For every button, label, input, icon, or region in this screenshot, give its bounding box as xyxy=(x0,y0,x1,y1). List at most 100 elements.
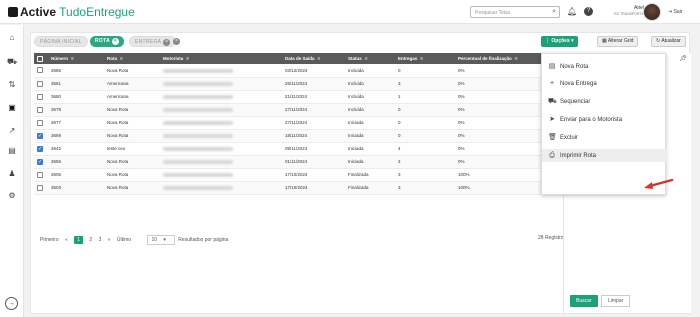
row-select-cell[interactable] xyxy=(34,116,48,130)
options-button[interactable]: ⋮ Opções ▾ xyxy=(541,36,578,47)
table-row[interactable]: ✓ 3669 Nova Rota 18/11/2024 Iniciada 0 0% xyxy=(34,129,564,143)
help-icon[interactable]: ? xyxy=(584,7,593,16)
document-icon[interactable]: ▤ xyxy=(7,146,17,155)
table-row[interactable]: 3603 Nova Rota 17/10/2024 Finalizada 3 100% xyxy=(34,181,564,195)
breadcrumb-home[interactable]: PÁGINA INICIAL xyxy=(34,36,88,47)
menu-item-nova-rota[interactable]: ▤ Nova Rota xyxy=(542,60,667,73)
menu-item-enviar-motorista[interactable]: ➤ Enviar para o Motorista xyxy=(542,113,667,126)
table-row[interactable]: 3680 Americana 21/11/2024 Incluída 1 0% xyxy=(34,90,564,104)
menu-item-sequenciar[interactable]: ⛟ Sequenciar xyxy=(542,95,667,108)
breadcrumb-entrega[interactable]: ENTREGA × xyxy=(129,36,177,47)
row-checkbox[interactable] xyxy=(37,171,43,178)
table-row[interactable]: 3678 Nova Rota 27/11/2024 Incluída 0 0% xyxy=(34,103,564,117)
filter-icon[interactable]: ≡ xyxy=(71,56,74,62)
row-checkbox[interactable]: ✓ xyxy=(37,145,43,152)
cell-status: Finalizada xyxy=(345,181,395,195)
table-row[interactable]: ✓ 3642 teste ceo 09/11/2024 Iniciada 4 0% xyxy=(34,142,564,156)
row-select-cell[interactable]: ✓ xyxy=(34,155,48,169)
column-header-status[interactable]: Status ≡ xyxy=(345,53,395,64)
close-icon[interactable]: × xyxy=(112,38,119,45)
table-row[interactable]: 3677 Nova Rota 27/11/2024 Iniciada 0 0% xyxy=(34,116,564,130)
clear-button-label: Limpar xyxy=(608,298,624,304)
users-icon[interactable]: ♟ xyxy=(7,169,17,178)
row-checkbox[interactable] xyxy=(37,93,43,100)
row-select-cell[interactable] xyxy=(34,64,48,78)
next-page-link[interactable]: » xyxy=(108,237,111,243)
last-page-link[interactable]: Último xyxy=(117,237,131,243)
cell-rota: Nova Rota xyxy=(104,64,160,78)
table-row[interactable]: 3606 Nova Rota 17/10/2024 Finalizada 3 100% xyxy=(34,168,564,182)
column-header-entregas[interactable]: Entregas ≡ xyxy=(395,53,455,64)
row-checkbox[interactable] xyxy=(37,106,43,113)
alter-grid-button[interactable]: ▦ Alterar Grid xyxy=(597,36,639,47)
select-all-checkbox[interactable] xyxy=(37,55,43,62)
table-row[interactable]: 3681 Americana 26/11/2024 Incluída 3 0% xyxy=(34,77,564,91)
prev-page-link[interactable]: « xyxy=(65,237,68,243)
select-all-header[interactable] xyxy=(34,53,48,64)
document-icon: ▤ xyxy=(548,63,556,70)
logout-button[interactable]: ⇥ Sair xyxy=(668,9,683,15)
cell-rota: Americana xyxy=(104,90,160,104)
filter-icon[interactable]: ≡ xyxy=(186,56,189,62)
row-select-cell[interactable]: ✓ xyxy=(34,129,48,143)
gear-icon[interactable]: ⚙ xyxy=(7,191,17,200)
filter-icon[interactable]: ≡ xyxy=(420,56,423,62)
row-checkbox[interactable] xyxy=(37,184,43,191)
page-link-1[interactable]: 1 xyxy=(74,236,83,244)
page-link-3[interactable]: 3 xyxy=(99,237,102,243)
chart-icon[interactable]: ↗ xyxy=(7,126,17,135)
row-select-cell[interactable] xyxy=(34,77,48,91)
search-icon[interactable]: ⌕ xyxy=(552,8,556,16)
cell-entregas: 2 xyxy=(395,155,455,169)
menu-item-excluir[interactable]: 🗑︎ Excluir xyxy=(542,131,667,144)
clear-button[interactable]: Limpar xyxy=(601,295,631,307)
filter-icon[interactable]: ≡ xyxy=(365,56,368,62)
filter-icon[interactable]: ≡ xyxy=(515,56,518,62)
pin-icon[interactable]: 📌︎ xyxy=(679,55,687,62)
cell-rota: Nova Rota xyxy=(104,155,160,169)
cell-data-saida: 01/11/2024 xyxy=(282,155,345,169)
row-select-cell[interactable]: ✓ xyxy=(34,142,48,156)
refresh-button[interactable]: ↻ Atualizar xyxy=(651,36,686,47)
menu-item-imprimir-rota[interactable]: ⎙ Imprimir Rota xyxy=(542,149,667,162)
truck-icon[interactable]: ⛟ xyxy=(7,57,17,66)
cell-entregas: 3 xyxy=(395,181,455,195)
filter-icon[interactable]: ≡ xyxy=(318,56,321,62)
column-header-data-saida[interactable]: Data de Saída ≡ xyxy=(282,53,345,64)
search-button[interactable]: Buscar xyxy=(570,295,598,307)
row-checkbox[interactable] xyxy=(37,80,43,87)
column-header-numero[interactable]: Número ≡ xyxy=(48,53,104,64)
breadcrumb-rota[interactable]: ROTA × xyxy=(90,36,124,47)
table-row[interactable]: 3686 Nova Rota 03/12/2024 Incluída 0 0% xyxy=(34,64,564,78)
map-icon[interactable]: ▣ xyxy=(7,103,17,112)
cell-data-saida: 21/11/2024 xyxy=(282,90,345,104)
row-select-cell[interactable] xyxy=(34,181,48,195)
row-select-cell[interactable] xyxy=(34,90,48,104)
app-logo[interactable]: Active TudoEntregue xyxy=(8,5,135,19)
column-header-rota[interactable]: Rota ≡ xyxy=(104,53,160,64)
filter-icon[interactable]: ≡ xyxy=(120,56,123,62)
row-select-cell[interactable] xyxy=(34,103,48,117)
row-checkbox[interactable]: ✓ xyxy=(37,132,43,139)
screen-search-input[interactable]: Pesquisar Telas ⌕ xyxy=(470,6,560,18)
home-icon[interactable]: ⌂ xyxy=(7,33,17,42)
bell-icon[interactable]: 🔔︎ xyxy=(567,7,577,16)
menu-item-nova-entrega[interactable]: + Nova Entrega xyxy=(542,77,667,90)
page-link-2[interactable]: 2 xyxy=(89,237,92,243)
row-select-cell[interactable] xyxy=(34,168,48,182)
close-all-tabs-icon[interactable]: × xyxy=(173,38,180,45)
cell-entregas: 3 xyxy=(395,77,455,91)
table-row[interactable]: ✓ 3655 Nova Rota 01/11/2024 Iniciada 2 0% xyxy=(34,155,564,169)
avatar[interactable] xyxy=(643,3,661,21)
sidebar-collapse-button[interactable]: → xyxy=(5,297,18,310)
first-page-link[interactable]: Primeiro xyxy=(40,237,59,243)
top-bar: Active TudoEntregue Pesquisar Telas ⌕ 🔔︎… xyxy=(0,0,700,24)
row-checkbox[interactable]: ✓ xyxy=(37,158,43,165)
column-header-motorista[interactable]: Motorista ≡ xyxy=(160,53,282,64)
route-icon[interactable]: ⇅ xyxy=(7,80,17,89)
row-checkbox[interactable] xyxy=(37,67,43,74)
per-page-select[interactable]: 10 ▾ xyxy=(147,235,175,245)
close-icon[interactable]: × xyxy=(163,39,171,46)
logout-label: Sair xyxy=(673,9,683,15)
row-checkbox[interactable] xyxy=(37,119,43,126)
